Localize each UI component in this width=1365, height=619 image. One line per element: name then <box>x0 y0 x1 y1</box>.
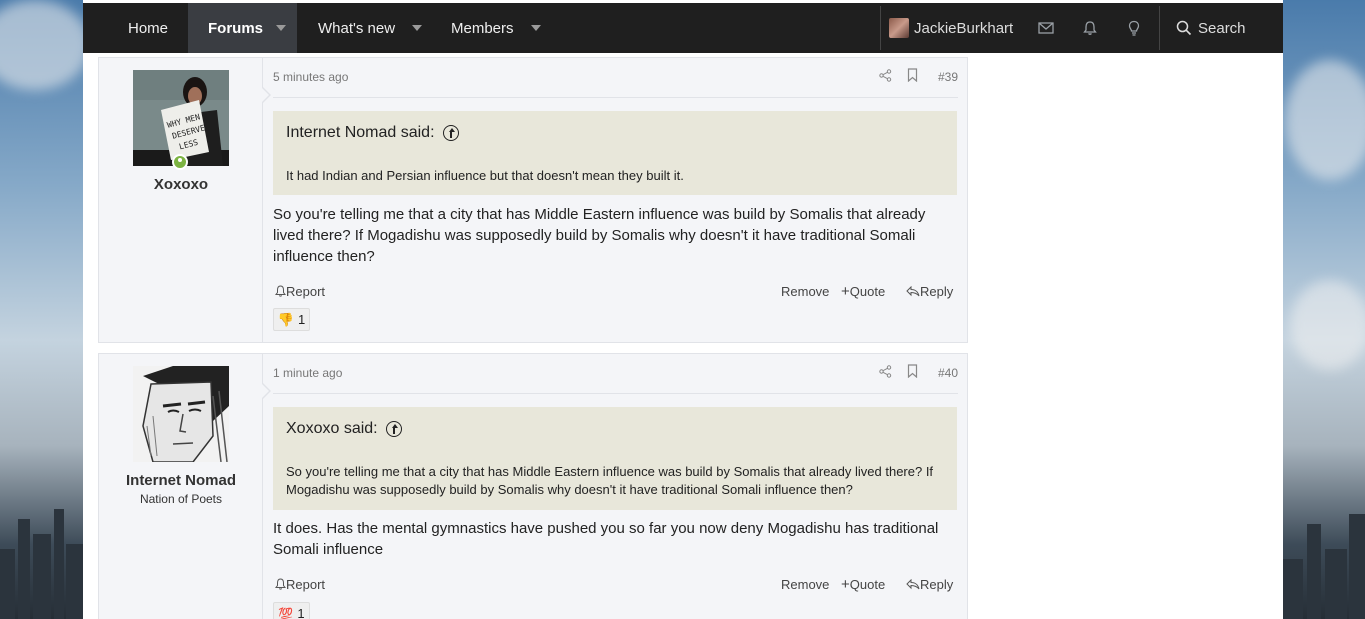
author-username[interactable]: Internet Nomad <box>99 472 263 489</box>
author-username[interactable]: Xoxoxo <box>99 176 263 193</box>
quote-author: Internet Nomad said: <box>286 124 435 141</box>
nav-home-label: Home <box>128 19 169 37</box>
reply-label: Reply <box>920 284 954 299</box>
background-skyline-left <box>0 489 83 619</box>
reaction-summary[interactable]: 💯 1 <box>273 602 310 619</box>
author-avatar[interactable] <box>133 366 229 462</box>
post-number[interactable]: #39 <box>938 70 958 84</box>
share-icon[interactable] <box>879 69 892 82</box>
background-cloud <box>0 0 90 90</box>
bookmark-icon[interactable] <box>907 68 918 82</box>
post-meta: 1 minute ago #40 <box>273 364 958 382</box>
plus-icon: + <box>841 576 850 593</box>
user-avatar <box>889 18 909 38</box>
search-icon <box>1176 20 1192 36</box>
nav-members-label: Members <box>451 19 514 37</box>
remove-button[interactable]: Remove <box>781 577 829 592</box>
alerts-button[interactable] <box>1083 3 1097 53</box>
background-cloud <box>1285 60 1365 180</box>
reaction-summary[interactable]: 👎 1 <box>273 308 310 331</box>
envelope-icon <box>1038 22 1054 34</box>
post-number[interactable]: #40 <box>938 366 958 380</box>
post-timestamp[interactable]: 1 minute ago <box>273 366 342 380</box>
nav-forums-label: Forums <box>208 19 264 37</box>
nav-divider <box>1159 6 1160 50</box>
search-button[interactable]: Search <box>1176 3 1246 53</box>
reply-button[interactable]: Reply <box>906 284 953 299</box>
arrow-up-circle-icon[interactable] <box>442 125 459 141</box>
reply-icon <box>906 578 920 590</box>
nav-divider <box>880 6 881 50</box>
reaction-count: 1 <box>297 606 305 619</box>
chevron-down-icon[interactable] <box>412 25 423 31</box>
account-username: JackieBurkhart <box>914 19 1014 37</box>
plus-icon: + <box>841 283 850 300</box>
nav-home[interactable]: Home <box>128 3 168 53</box>
post-actions: Report Remove +Quote Reply <box>273 284 957 300</box>
hundred-points-icon: 💯 <box>278 606 294 619</box>
quote-text: It had Indian and Persian influence but … <box>286 168 684 183</box>
arrow-up-circle-icon[interactable] <box>385 421 402 437</box>
background-skyline-right <box>1283 509 1365 619</box>
avatar-image <box>133 366 229 462</box>
quote-header[interactable]: Xoxoxo said: <box>286 420 402 438</box>
account-link[interactable]: JackieBurkhart <box>889 3 1013 53</box>
post-author-panel: Internet Nomad Nation of Poets <box>99 354 271 619</box>
share-icon[interactable] <box>879 365 892 378</box>
quote-block: Internet Nomad said: It had Indian and P… <box>273 111 957 195</box>
report-button[interactable]: Report <box>275 284 325 299</box>
lightbulb-icon <box>1128 20 1140 36</box>
chevron-down-icon[interactable] <box>276 25 287 31</box>
quote-text: So you're telling me that a city that ha… <box>286 464 934 497</box>
post-arrow <box>261 382 271 400</box>
quote-label: Quote <box>849 577 886 592</box>
reply-button[interactable]: Reply <box>906 577 953 592</box>
bell-icon <box>275 578 286 590</box>
divider <box>273 97 958 98</box>
reply-icon <box>906 285 920 297</box>
author-user-title: Nation of Poets <box>139 492 223 506</box>
reaction-count: 1 <box>297 312 306 327</box>
online-status-icon <box>172 154 188 170</box>
author-avatar[interactable]: WHY MEN DESERVE LESS <box>133 70 229 166</box>
quote-block: Xoxoxo said: So you're telling me that a… <box>273 407 957 510</box>
bell-icon <box>1083 21 1097 35</box>
quote-label: Quote <box>849 284 886 299</box>
post-40: Internet Nomad Nation of Poets 1 minute … <box>98 353 968 619</box>
post-actions: Report Remove +Quote Reply <box>273 577 957 593</box>
post-39: WHY MEN DESERVE LESS Xoxoxo 5 minutes ag… <box>98 57 968 343</box>
post-timestamp[interactable]: 5 minutes ago <box>273 70 348 84</box>
background-cloud <box>1290 280 1365 370</box>
quote-button[interactable]: +Quote <box>841 284 885 299</box>
nav-members[interactable]: Members <box>451 3 541 53</box>
report-label: Report <box>286 577 326 592</box>
avatar-image: WHY MEN DESERVE LESS <box>133 70 229 166</box>
divider <box>273 393 958 394</box>
thumbs-down-icon: 👎 <box>277 311 294 327</box>
top-navigation: Home Forums What's new Members JackieBur… <box>83 3 1283 53</box>
reply-label: Reply <box>920 577 954 592</box>
quote-header[interactable]: Internet Nomad said: <box>286 124 459 142</box>
post-arrow <box>261 86 271 104</box>
post-message: So you're telling me that a city that ha… <box>273 206 926 265</box>
post-meta: 5 minutes ago #39 <box>273 68 958 86</box>
report-label: Report <box>286 284 326 299</box>
post-author-panel: WHY MEN DESERVE LESS Xoxoxo <box>99 58 271 342</box>
nav-forums[interactable]: Forums <box>188 3 297 53</box>
inbox-button[interactable] <box>1038 3 1054 53</box>
nav-whats-new-label: What's new <box>318 19 396 37</box>
post-message: It does. Has the mental gymnastics have … <box>273 520 939 558</box>
quote-author: Xoxoxo said: <box>286 420 378 437</box>
chevron-down-icon[interactable] <box>530 25 541 31</box>
search-label: Search <box>1198 19 1246 37</box>
report-button[interactable]: Report <box>275 577 325 592</box>
quote-button[interactable]: +Quote <box>841 577 885 592</box>
bookmark-icon[interactable] <box>907 364 918 378</box>
nav-whats-new[interactable]: What's new <box>318 3 423 53</box>
remove-button[interactable]: Remove <box>781 284 829 299</box>
whats-new-button[interactable] <box>1128 3 1140 53</box>
bell-icon <box>275 285 286 297</box>
